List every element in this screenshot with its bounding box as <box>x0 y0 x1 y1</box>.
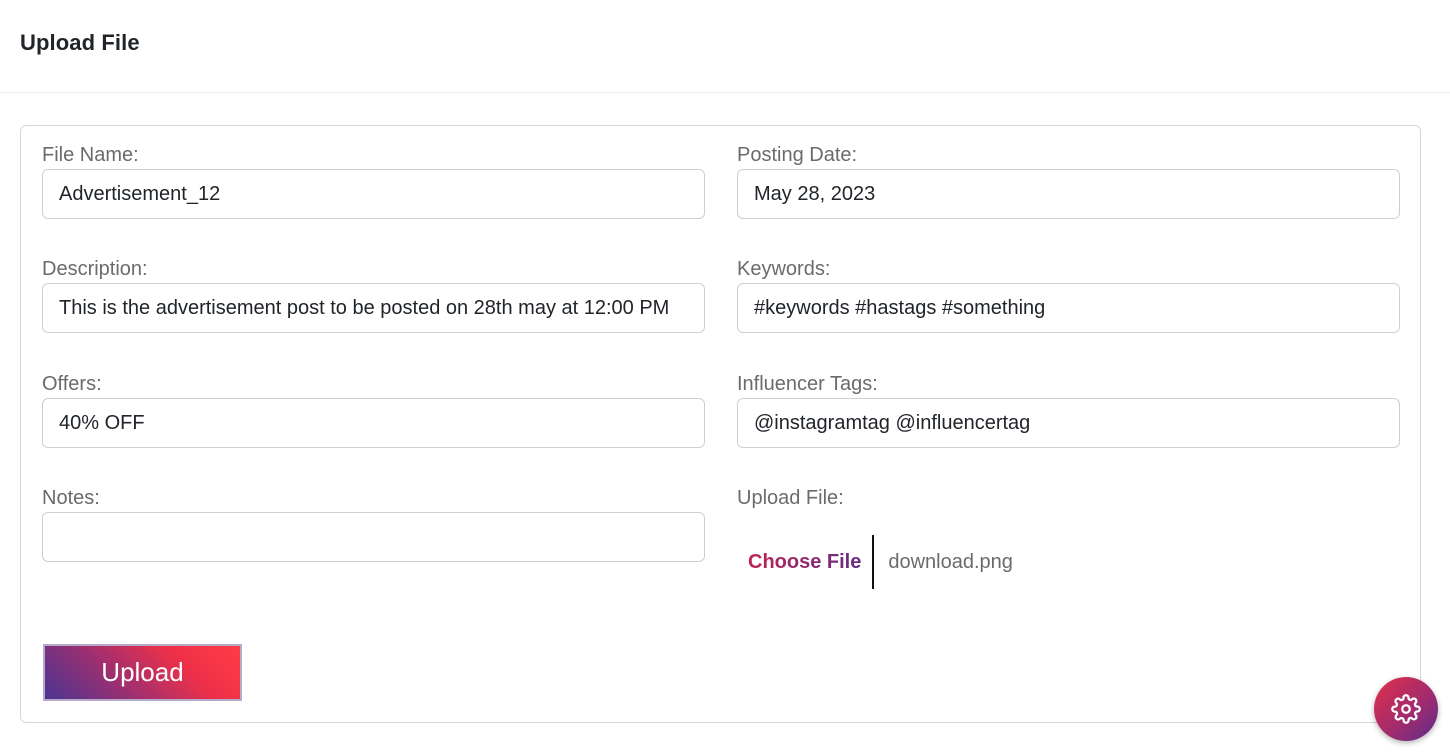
page-title: Upload File <box>20 30 140 55</box>
file-upload-widget: Choose File download.png <box>737 535 1013 589</box>
notes-label: Notes: <box>42 487 100 509</box>
choose-file-button[interactable]: Choose File <box>737 551 872 574</box>
keywords-label: Keywords: <box>737 258 831 280</box>
description-label: Description: <box>42 258 148 280</box>
upload-button[interactable]: Upload <box>43 644 242 701</box>
offers-input[interactable] <box>42 398 705 448</box>
settings-fab-button[interactable] <box>1374 677 1438 741</box>
gear-icon <box>1391 694 1421 724</box>
influencer-tags-label: Influencer Tags: <box>737 373 878 395</box>
posting-date-label: Posting Date: <box>737 144 858 166</box>
file-name-input[interactable] <box>42 169 705 219</box>
file-name-label: File Name: <box>42 144 139 166</box>
offers-label: Offers: <box>42 373 102 395</box>
upload-form-card: File Name: Description: Offers: Notes: P… <box>20 125 1421 723</box>
keywords-input[interactable] <box>737 283 1400 333</box>
notes-input[interactable] <box>42 512 705 562</box>
upload-file-label: Upload File: <box>737 487 844 509</box>
description-input[interactable] <box>42 283 705 333</box>
page-header: Upload File <box>0 0 1450 93</box>
selected-file-name: download.png <box>888 550 1013 573</box>
posting-date-input[interactable] <box>737 169 1400 219</box>
influencer-tags-input[interactable] <box>737 398 1400 448</box>
